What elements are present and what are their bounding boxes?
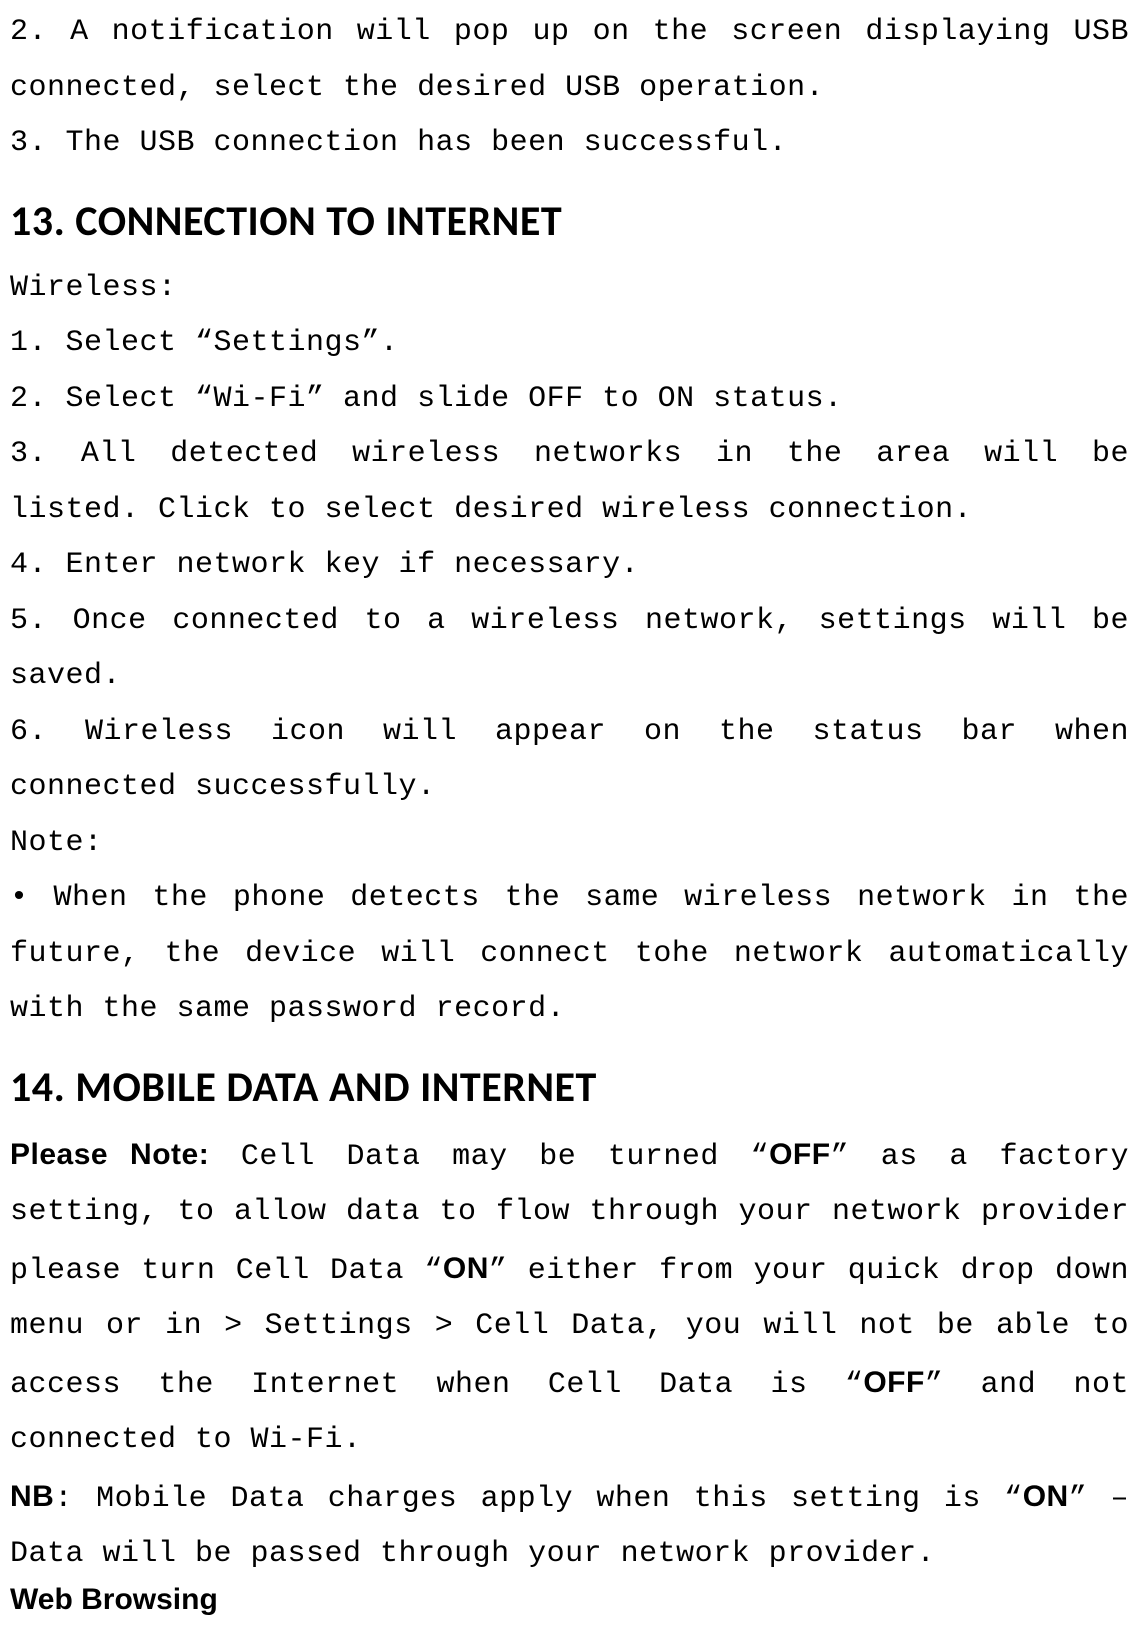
nb-text-1: : Mobile Data charges apply when this se… bbox=[54, 1482, 1022, 1516]
pn-on: ON bbox=[443, 1252, 489, 1285]
note-label: Note: bbox=[10, 816, 1129, 872]
pn-off-1: OFF bbox=[769, 1138, 831, 1171]
wireless-step-6: 6. Wireless icon will appear on the stat… bbox=[10, 705, 1129, 816]
section-14-heading: 14. MOBILE DATA AND INTERNET bbox=[10, 1062, 1129, 1113]
wireless-step-5: 5. Once connected to a wireless network,… bbox=[10, 594, 1129, 705]
pn-text-1: Cell Data may be turned “ bbox=[209, 1140, 769, 1174]
section-13-heading: 13. CONNECTION TO INTERNET bbox=[10, 196, 1129, 247]
usb-step-2: 2. A notification will pop up on the scr… bbox=[10, 5, 1129, 116]
wireless-step-4: 4. Enter network key if necessary. bbox=[10, 538, 1129, 594]
pn-off-2: OFF bbox=[863, 1366, 925, 1399]
nb-on: ON bbox=[1023, 1480, 1069, 1513]
wireless-step-3: 3. All detected wireless networks in the… bbox=[10, 427, 1129, 538]
please-note-paragraph: Please Note: Cell Data may be turned “OF… bbox=[10, 1127, 1129, 1469]
note-bullet: • When the phone detects the same wirele… bbox=[10, 871, 1129, 1038]
nb-paragraph: NB: Mobile Data charges apply when this … bbox=[10, 1469, 1129, 1583]
wireless-step-2: 2. Select “Wi-Fi” and slide OFF to ON st… bbox=[10, 372, 1129, 428]
nb-label: NB bbox=[10, 1480, 54, 1513]
please-note-label: Please Note: bbox=[10, 1138, 209, 1171]
wireless-step-1: 1. Select “Settings”. bbox=[10, 316, 1129, 372]
web-browsing-heading: Web Browsing bbox=[10, 1583, 1129, 1617]
wireless-label: Wireless: bbox=[10, 261, 1129, 317]
usb-step-3: 3. The USB connection has been successfu… bbox=[10, 116, 1129, 172]
